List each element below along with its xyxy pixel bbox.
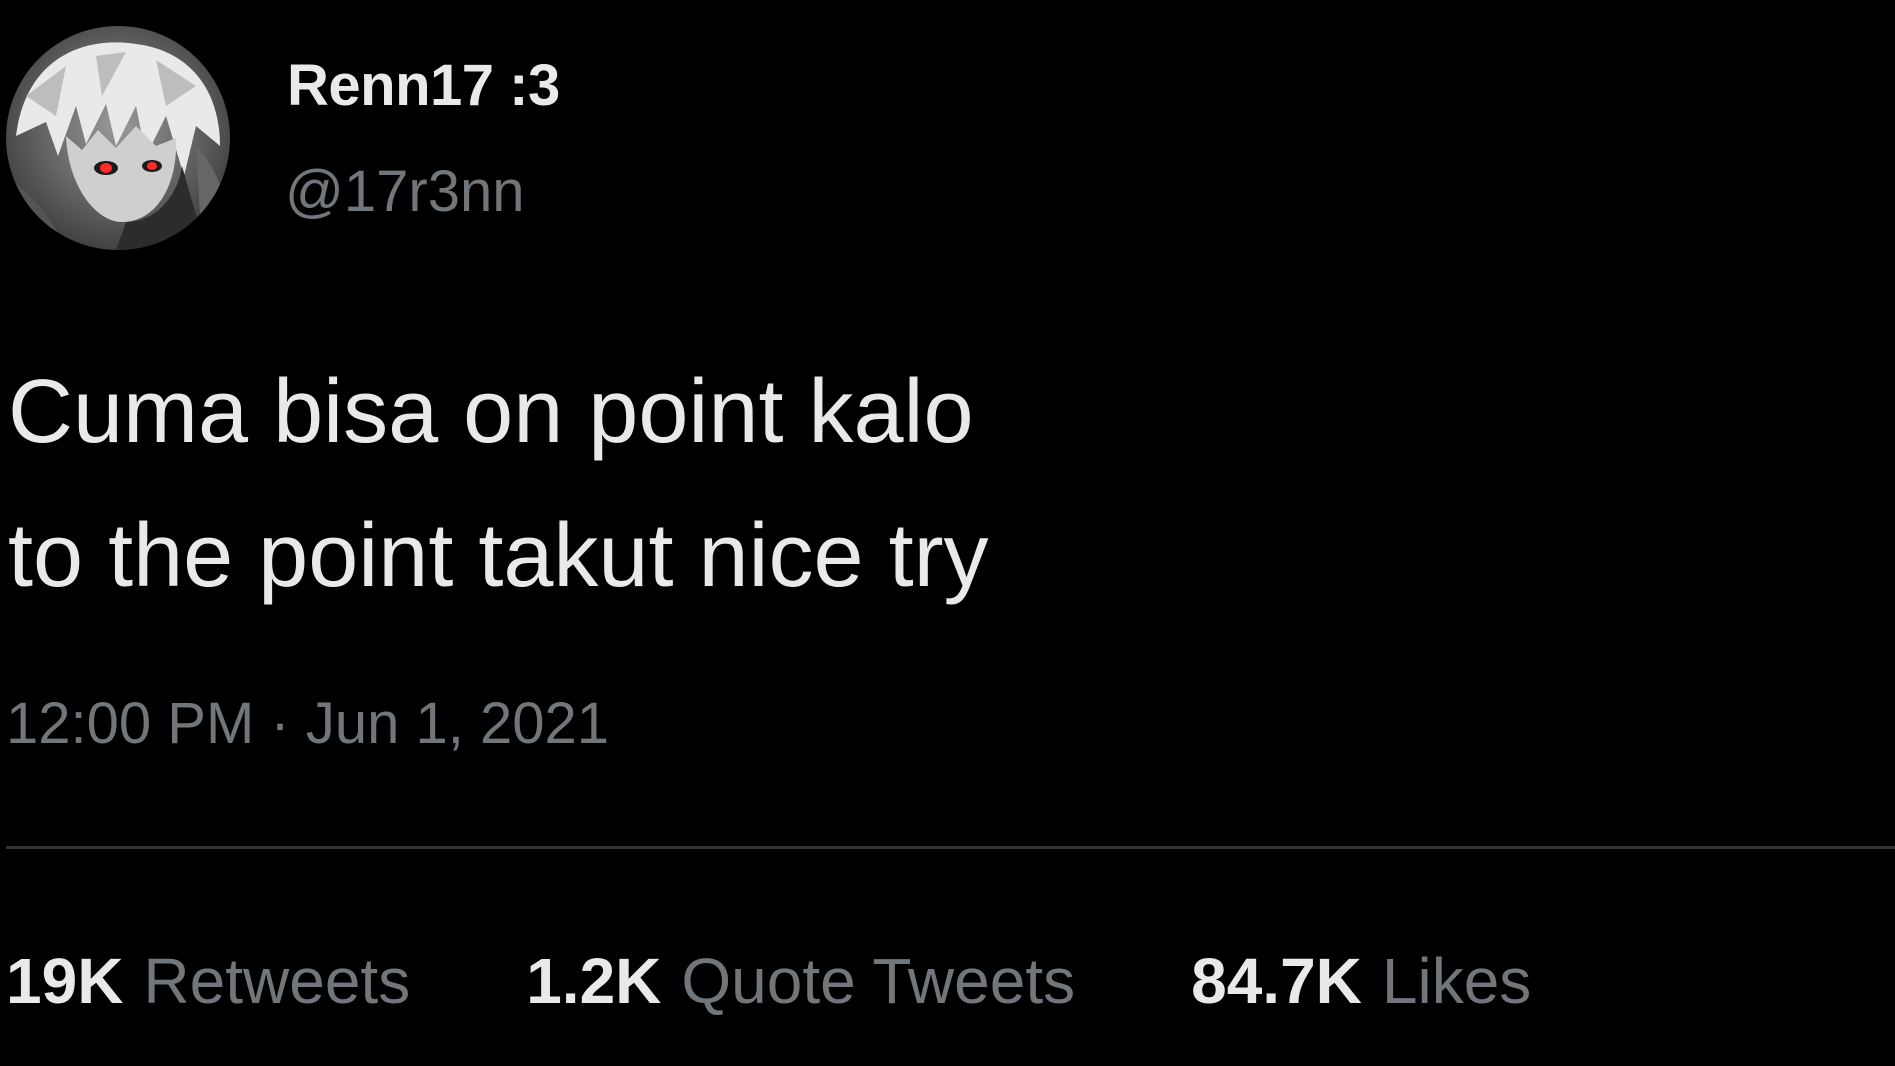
retweets-label: Retweets [143, 945, 411, 1017]
tweet-text: Cuma bisa on point kalo to the point tak… [8, 340, 1408, 628]
tweet-text-line: to the point takut nice try [8, 506, 989, 606]
tweet-time-link[interactable]: 12:00 PM [6, 691, 254, 756]
retweets-count: 19K [6, 945, 124, 1017]
tweet-text-line: Cuma bisa on point kalo [8, 362, 974, 462]
tweet-date-link[interactable]: Jun 1, 2021 [306, 691, 609, 756]
tweet-card: Renn17 :3 @17r3nn Cuma bisa on point kal… [0, 0, 1895, 1066]
avatar[interactable] [6, 26, 230, 250]
quote-tweets-label: Quote Tweets [681, 945, 1076, 1017]
user-handle[interactable]: @17r3nn [285, 158, 524, 225]
display-name[interactable]: Renn17 :3 [287, 52, 560, 119]
quote-tweets-count: 1.2K [526, 945, 662, 1017]
tweet-timestamp: 12:00 PM · Jun 1, 2021 [6, 690, 609, 757]
engagement-stats: 19K Retweets 1.2K Quote Tweets 84.7K Lik… [6, 944, 1531, 1017]
divider [6, 846, 1895, 849]
likes-label: Likes [1381, 945, 1532, 1017]
likes-count: 84.7K [1191, 945, 1362, 1017]
timestamp-separator: · [270, 691, 305, 756]
retweets-stat[interactable]: 19K Retweets [6, 944, 410, 1018]
anime-character-avatar-icon [6, 26, 230, 250]
likes-stat[interactable]: 84.7K Likes [1191, 944, 1531, 1018]
quote-tweets-stat[interactable]: 1.2K Quote Tweets [526, 944, 1075, 1018]
separator-dot: · [270, 691, 290, 756]
